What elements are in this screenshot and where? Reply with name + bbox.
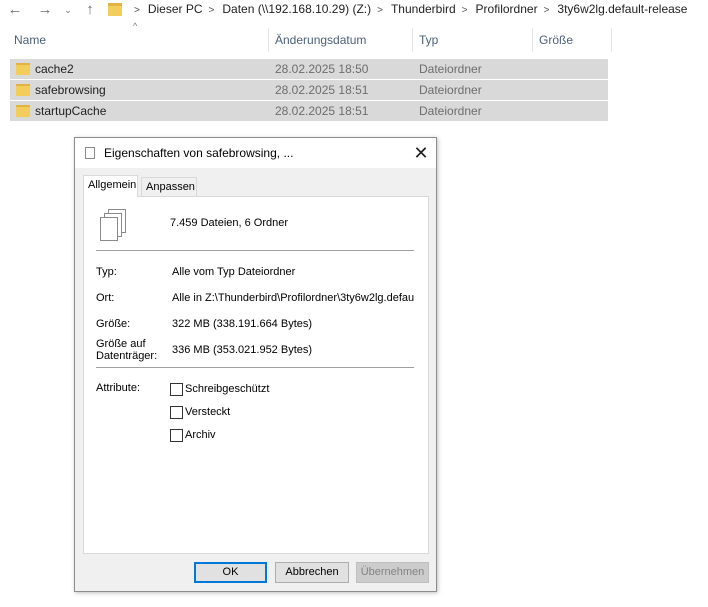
- up-arrow-icon[interactable]: ↑: [82, 1, 98, 19]
- readonly-checkbox-label[interactable]: Schreibgeschützt: [185, 383, 269, 395]
- chevron-right-icon[interactable]: >: [371, 5, 391, 16]
- dialog-title: Eigenschaften von safebrowsing, ...: [104, 146, 294, 160]
- file-type: Dateiordner: [419, 104, 482, 118]
- apply-button[interactable]: Übernehmen: [356, 562, 429, 583]
- breadcrumb-item[interactable]: Dieser PC: [148, 2, 203, 16]
- address-box[interactable]: > Dieser PC > Daten (\\192.168.10.29) (Z:) >…: [104, 0, 708, 20]
- breadcrumb: > Dieser PC > Daten (\\192.168.10.29) (Z:) >…: [128, 0, 687, 20]
- hidden-checkbox-label[interactable]: Versteckt: [185, 406, 230, 418]
- folder-icon: [16, 84, 30, 96]
- file-type: Dateiordner: [419, 83, 482, 97]
- breadcrumb-item[interactable]: 3ty6w2lg.default-release: [557, 2, 687, 16]
- file-date: 28.02.2025 18:51: [275, 104, 369, 118]
- size-label: Größe:: [96, 318, 131, 330]
- cancel-button[interactable]: Abbrechen: [275, 562, 349, 583]
- breadcrumb-item[interactable]: Profilordner: [476, 2, 538, 16]
- recent-locations-chevron-icon[interactable]: ⌄: [62, 1, 74, 19]
- archive-checkbox-label[interactable]: Archiv: [185, 429, 216, 441]
- column-header-type[interactable]: Typ: [412, 28, 532, 52]
- type-value: Alle vom Typ Dateiordner: [172, 266, 296, 278]
- disk-size-value: 336 MB (353.021.952 Bytes): [172, 344, 313, 356]
- folder-icon: [16, 105, 30, 117]
- chevron-right-icon[interactable]: >: [456, 5, 476, 16]
- file-name: cache2: [35, 62, 74, 76]
- ok-button[interactable]: OK: [194, 562, 267, 583]
- file-row[interactable]: safebrowsing 28.02.2025 18:51 Dateiordne…: [10, 80, 608, 100]
- attributes-label: Attribute:: [96, 382, 141, 394]
- chevron-right-icon: >: [134, 5, 140, 16]
- address-bar: ← → ⌄ ↑ > Dieser PC > Daten (\\192.168.10.2…: [0, 0, 708, 20]
- location-value: Alle in Z:\Thunderbird\Profilordner\3ty6…: [172, 292, 415, 304]
- divider: [96, 367, 414, 368]
- file-name: safebrowsing: [35, 83, 106, 97]
- file-date: 28.02.2025 18:51: [275, 83, 369, 97]
- location-label: Ort:: [96, 292, 115, 304]
- disk-size-label-line1: Größe auf: [96, 338, 146, 350]
- file-type: Dateiordner: [419, 62, 482, 76]
- type-label: Typ:: [96, 266, 117, 278]
- tab-customize[interactable]: Anpassen: [141, 177, 197, 196]
- file-date: 28.02.2025 18:50: [275, 62, 369, 76]
- selection-summary: 7.459 Dateien, 6 Ordner: [170, 217, 289, 229]
- back-arrow-icon[interactable]: ←: [6, 1, 24, 19]
- file-row[interactable]: startupCache 28.02.2025 18:51 Dateiordne…: [10, 101, 608, 121]
- hidden-checkbox[interactable]: [170, 406, 183, 419]
- archive-checkbox[interactable]: [170, 429, 183, 442]
- column-header-name[interactable]: Name: [14, 28, 268, 52]
- breadcrumb-item[interactable]: Thunderbird: [391, 2, 456, 16]
- column-header-size[interactable]: Größe: [532, 28, 612, 52]
- readonly-checkbox[interactable]: [170, 383, 183, 396]
- forward-arrow-icon[interactable]: →: [36, 1, 54, 19]
- breadcrumb-item[interactable]: Daten (\\192.168.10.29) (Z:): [222, 2, 371, 16]
- column-header-date[interactable]: Änderungsdatum: [268, 28, 412, 52]
- file-name: startupCache: [35, 104, 107, 118]
- folder-icon: [108, 3, 122, 16]
- file-row[interactable]: cache2 28.02.2025 18:50 Dateiordner: [10, 59, 608, 79]
- properties-dialog: Eigenschaften von safebrowsing, ... ✕ Al…: [74, 137, 437, 592]
- folder-icon: [16, 63, 30, 75]
- multiple-files-icon: [85, 144, 98, 159]
- chevron-right-icon[interactable]: >: [203, 5, 223, 16]
- size-value: 322 MB (338.191.664 Bytes): [172, 318, 313, 330]
- general-panel: 7.459 Dateien, 6 Ordner Typ: Alle vom Ty…: [83, 196, 429, 554]
- disk-size-label-line2: Datenträger:: [96, 350, 158, 362]
- multiple-files-icon: [100, 209, 128, 241]
- close-icon[interactable]: ✕: [406, 138, 436, 168]
- divider: [96, 250, 414, 251]
- tab-general[interactable]: Allgemein: [83, 175, 138, 197]
- dialog-titlebar[interactable]: Eigenschaften von safebrowsing, ... ✕: [75, 138, 436, 168]
- chevron-right-icon[interactable]: >: [538, 5, 558, 16]
